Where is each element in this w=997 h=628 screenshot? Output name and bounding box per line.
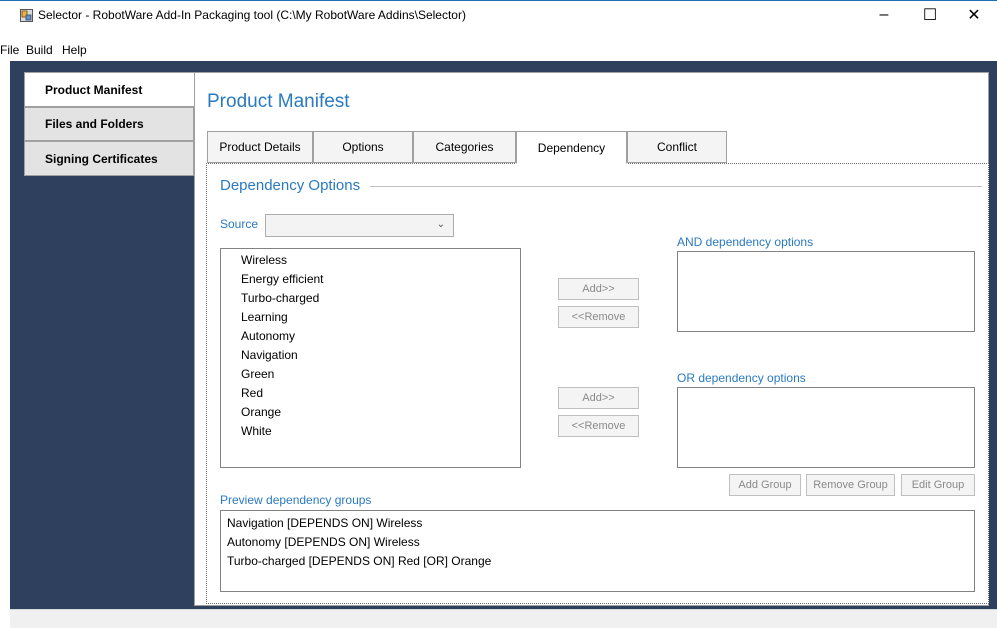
edit-group-button[interactable]: Edit Group bbox=[901, 474, 975, 496]
remove-group-button[interactable]: Remove Group bbox=[806, 474, 895, 496]
or-add-button[interactable]: Add>> bbox=[558, 387, 639, 409]
list-item[interactable]: Turbo-charged bbox=[221, 289, 520, 308]
tab-categories[interactable]: Categories bbox=[413, 131, 516, 163]
sidebar-item-signing-certificates[interactable]: Signing Certificates bbox=[24, 141, 194, 176]
list-item[interactable]: Red bbox=[221, 384, 520, 403]
menu-bar bbox=[0, 40, 997, 61]
menu-file[interactable]: File bbox=[0, 43, 19, 57]
dependency-options-heading: Dependency Options bbox=[220, 177, 365, 194]
sidebar-item-label: Signing Certificates bbox=[45, 151, 158, 166]
add-group-button[interactable]: Add Group bbox=[729, 474, 801, 496]
list-item[interactable]: Learning bbox=[221, 308, 520, 327]
and-dependency-list[interactable] bbox=[677, 251, 975, 332]
and-add-button[interactable]: Add>> bbox=[558, 278, 639, 300]
tab-label: Product Details bbox=[219, 140, 301, 154]
preview-dependency-list[interactable]: Navigation [DEPENDS ON] Wireless Autonom… bbox=[220, 510, 975, 592]
app-icon bbox=[20, 9, 33, 22]
source-options-list[interactable]: Wireless Energy efficient Turbo-charged … bbox=[220, 248, 521, 468]
preview-label: Preview dependency groups bbox=[220, 493, 372, 507]
and-dependency-label: AND dependency options bbox=[677, 235, 814, 249]
list-item[interactable]: Orange bbox=[221, 403, 520, 422]
minimize-button[interactable]: – bbox=[861, 0, 907, 30]
tab-label: Categories bbox=[435, 140, 494, 154]
chevron-down-icon: ⌄ bbox=[436, 219, 445, 230]
menu-build[interactable]: Build bbox=[26, 43, 53, 57]
and-remove-button[interactable]: <<Remove bbox=[558, 306, 639, 328]
tab-label: Options bbox=[342, 140, 384, 154]
tab-options[interactable]: Options bbox=[313, 131, 413, 163]
list-item[interactable]: Wireless bbox=[221, 251, 520, 270]
tab-label: Dependency bbox=[537, 140, 606, 155]
or-remove-button[interactable]: <<Remove bbox=[558, 415, 639, 437]
list-item[interactable]: Autonomy [DEPENDS ON] Wireless bbox=[221, 533, 974, 552]
sidebar-item-label: Files and Folders bbox=[45, 117, 144, 131]
tab-product-details[interactable]: Product Details bbox=[207, 131, 313, 163]
group-divider bbox=[370, 186, 982, 187]
status-strip bbox=[10, 609, 997, 628]
list-item[interactable]: Navigation [DEPENDS ON] Wireless bbox=[221, 514, 974, 533]
sidebar-item-label: Product Manifest bbox=[45, 82, 143, 97]
source-label: Source bbox=[220, 217, 259, 231]
tab-conflict[interactable]: Conflict bbox=[627, 131, 727, 163]
tab-label: Conflict bbox=[656, 140, 697, 154]
tab-dependency[interactable]: Dependency bbox=[516, 131, 627, 164]
close-button[interactable]: ✕ bbox=[951, 0, 997, 30]
maximize-button[interactable]: ☐ bbox=[907, 0, 953, 30]
source-dropdown[interactable]: ⌄ bbox=[265, 214, 454, 237]
or-dependency-list[interactable] bbox=[677, 387, 975, 468]
or-dependency-label: OR dependency options bbox=[677, 371, 806, 385]
sidebar-item-product-manifest[interactable]: Product Manifest bbox=[24, 72, 194, 107]
sidebar-item-files-and-folders[interactable]: Files and Folders bbox=[24, 107, 194, 141]
list-item[interactable]: Turbo-charged [DEPENDS ON] Red [OR] Oran… bbox=[221, 552, 974, 571]
window-title: Selector - RobotWare Add-In Packaging to… bbox=[38, 8, 466, 22]
list-item[interactable]: Autonomy bbox=[221, 327, 520, 346]
list-item[interactable]: White bbox=[221, 422, 520, 441]
list-item[interactable]: Navigation bbox=[221, 346, 520, 365]
page-title: Product Manifest bbox=[207, 91, 350, 112]
menu-help[interactable]: Help bbox=[62, 43, 87, 57]
list-item[interactable]: Energy efficient bbox=[221, 270, 520, 289]
list-item[interactable]: Green bbox=[221, 365, 520, 384]
